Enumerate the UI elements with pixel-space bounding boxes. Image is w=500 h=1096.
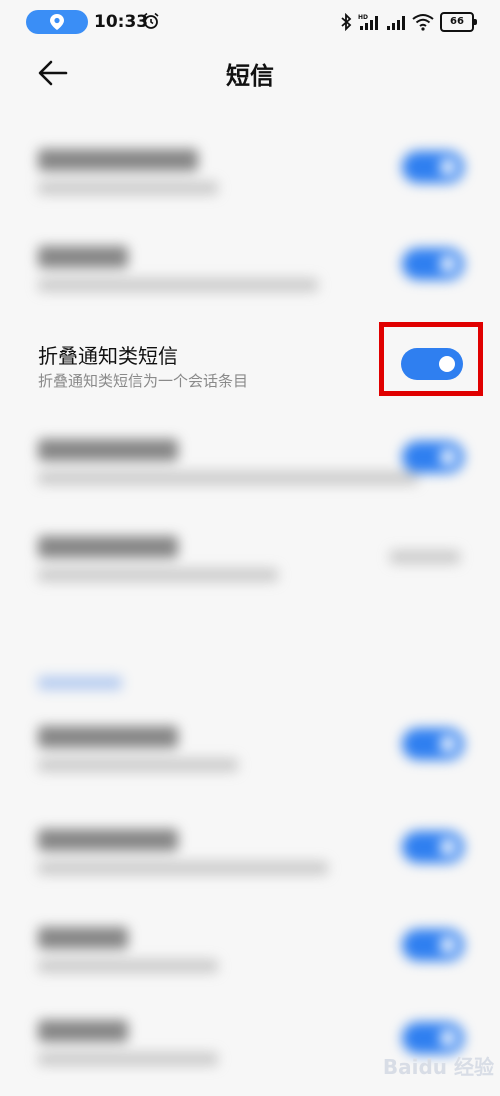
blurred-title: [38, 439, 178, 461]
blurred-value: [390, 550, 460, 564]
blurred-subtitle: [38, 861, 328, 875]
setting-title: 折叠通知类短信: [38, 344, 178, 368]
blurred-title: [38, 149, 198, 171]
blurred-subtitle: [38, 758, 238, 772]
setting-subtitle: 折叠通知类短信为一个会话条目: [38, 372, 249, 390]
toggle-switch[interactable]: [402, 831, 464, 863]
location-pill: [26, 10, 88, 34]
setting-row-blurred[interactable]: [0, 815, 500, 905]
setting-row-blurred[interactable]: [0, 712, 500, 802]
app-header: 短信: [0, 44, 500, 100]
toggle-switch[interactable]: [402, 151, 464, 183]
blurred-title: [38, 536, 178, 558]
toggle-switch[interactable]: [402, 248, 464, 280]
signal-icon: [387, 16, 405, 30]
blurred-title: [38, 829, 178, 851]
setting-row-blurred[interactable]: [0, 135, 500, 225]
location-icon: [50, 14, 64, 30]
blurred-subtitle: [38, 959, 218, 973]
blurred-subtitle: [38, 1052, 218, 1066]
baidu-watermark: Baidu 经验: [382, 1055, 494, 1079]
setting-row-blurred[interactable]: [0, 913, 500, 1003]
section-header-blurred: [38, 676, 122, 690]
status-bar: 10:33 HD 66: [0, 0, 500, 44]
blurred-subtitle: [38, 181, 218, 195]
page-title: 短信: [226, 62, 274, 90]
blurred-title: [38, 726, 178, 748]
blurred-subtitle: [38, 471, 418, 485]
highlight-box: [379, 322, 483, 396]
blurred-subtitle: [38, 278, 318, 292]
setting-row-blurred[interactable]: [0, 232, 500, 322]
system-icons: HD 66: [340, 11, 477, 33]
alarm-icon: [143, 12, 159, 29]
battery-icon: 66: [440, 12, 477, 32]
blurred-title: [38, 246, 128, 268]
blurred-subtitle: [38, 568, 278, 582]
blurred-title: [38, 927, 128, 949]
blurred-title: [38, 1020, 128, 1042]
toggle-switch[interactable]: [402, 1022, 464, 1054]
svg-text:HD: HD: [358, 14, 368, 21]
bluetooth-icon: [341, 13, 352, 31]
wifi-icon: [412, 14, 434, 31]
setting-row-blurred[interactable]: [0, 522, 500, 612]
toggle-switch[interactable]: [402, 728, 464, 760]
setting-row-blurred[interactable]: [0, 425, 500, 515]
hd-signal-icon: HD: [358, 14, 378, 30]
toggle-switch[interactable]: [402, 929, 464, 961]
status-time: 10:33: [94, 12, 149, 32]
toggle-switch[interactable]: [402, 441, 464, 473]
